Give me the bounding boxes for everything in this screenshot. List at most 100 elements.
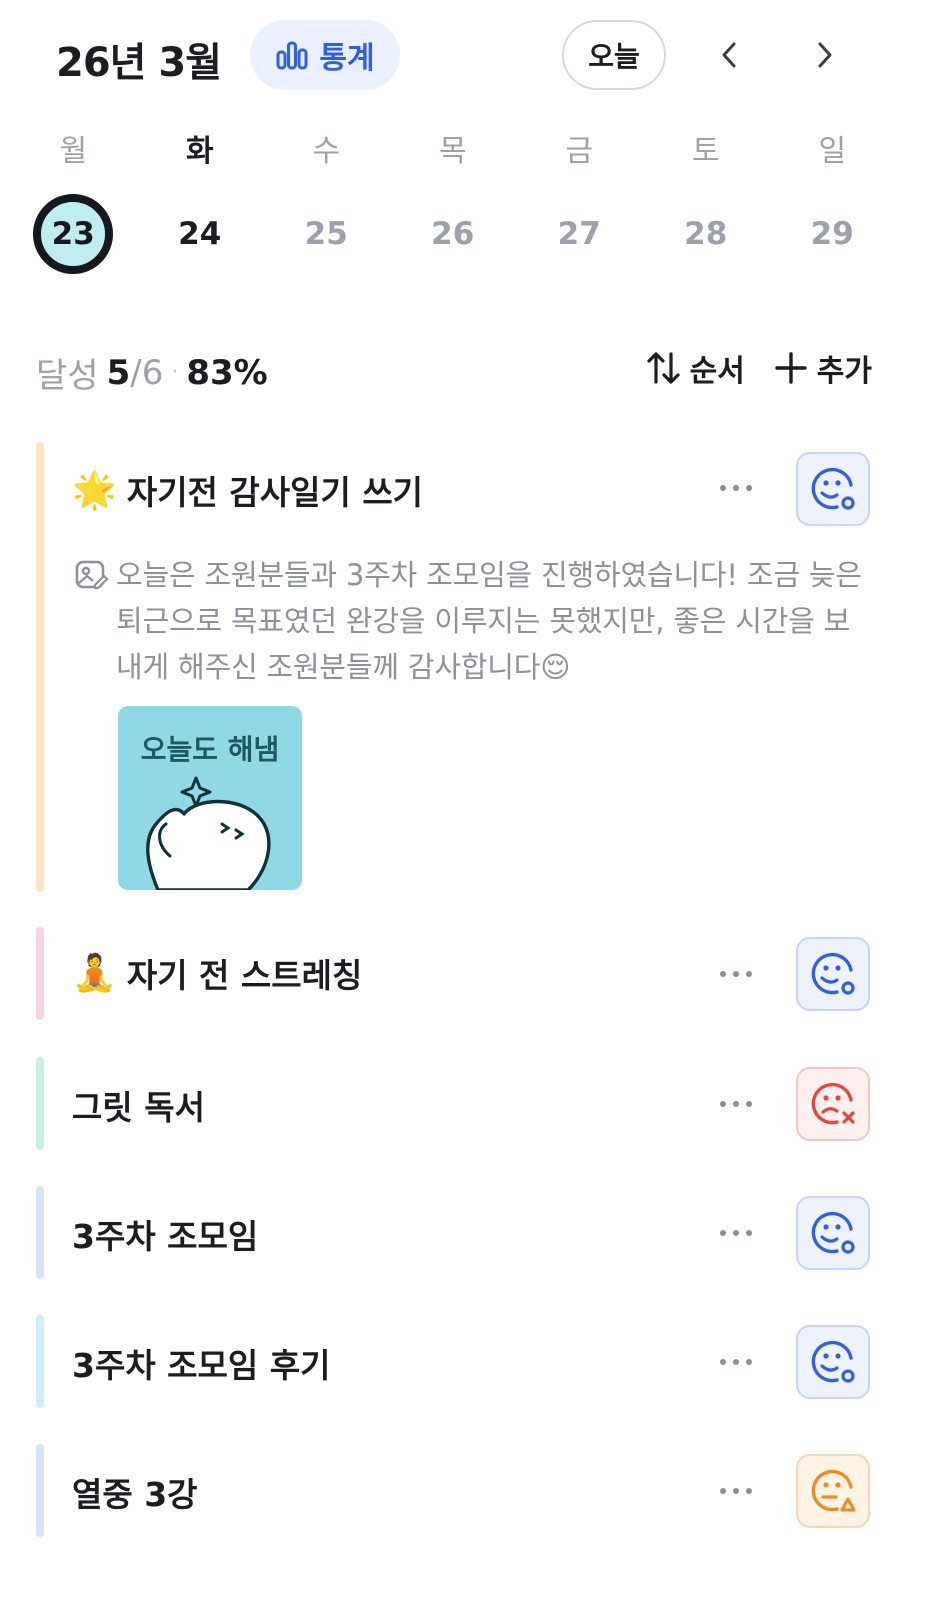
day-number[interactable]: 25 — [286, 194, 366, 274]
more-options-button[interactable] — [720, 1223, 760, 1243]
sticker-image[interactable]: 오늘도 해냄 — [118, 706, 302, 890]
more-dot — [746, 1101, 752, 1107]
sort-arrows-icon — [646, 352, 680, 384]
day-column[interactable]: 일 29 — [769, 120, 896, 274]
stats-button[interactable]: 통계 — [250, 20, 400, 90]
status-success-button[interactable] — [796, 937, 870, 1011]
task-item[interactable]: 3주차 조모임 후기 — [36, 1315, 876, 1408]
plus-icon — [775, 352, 807, 384]
note-text: 오늘은 조원분들과 3주차 조모임을 진행하였습니다! 조금 늦은 퇴근으로 목… — [116, 558, 862, 684]
more-options-button[interactable] — [720, 1352, 760, 1372]
achievement-total-count: /6 — [130, 352, 164, 393]
smile-check-icon — [811, 952, 855, 995]
task-item[interactable]: 그릿 독서 — [36, 1057, 876, 1150]
task-title-row: 3주차 조모임 후기 — [72, 1339, 330, 1387]
day-column[interactable]: 월 23 — [10, 120, 137, 274]
day-number-today[interactable]: 24 — [160, 194, 240, 274]
image-note-icon — [75, 560, 108, 590]
more-dot — [746, 971, 752, 977]
stats-label: 통계 — [319, 41, 375, 76]
more-dot — [720, 971, 726, 977]
neutral-triangle-icon — [811, 1469, 856, 1512]
more-dot — [733, 1230, 739, 1236]
task-item[interactable]: 🧘 자기 전 스트레칭 — [36, 927, 876, 1020]
day-number[interactable]: 29 — [792, 194, 872, 274]
next-week-button[interactable] — [801, 32, 847, 78]
weekday-label: 목 — [438, 134, 467, 169]
weekday-label: 금 — [565, 134, 594, 169]
smile-check-icon — [811, 1340, 855, 1383]
day-column[interactable]: 목 26 — [390, 120, 517, 274]
day-number[interactable]: 27 — [539, 194, 619, 274]
chevron-right-icon — [818, 42, 832, 68]
task-title: 3주차 조모임 후기 — [72, 1346, 331, 1385]
more-options-button[interactable] — [720, 1481, 760, 1501]
today-button[interactable]: 오늘 — [562, 20, 666, 90]
status-fail-button[interactable] — [796, 1067, 870, 1141]
more-dot — [733, 1488, 739, 1494]
list-actions: 순서 추가 — [644, 346, 872, 390]
task-color-bar — [36, 1444, 44, 1537]
status-success-button[interactable] — [796, 452, 870, 526]
day-number[interactable]: 26 — [413, 194, 493, 274]
task-item[interactable]: 3주차 조모임 — [36, 1186, 876, 1279]
more-options-button[interactable] — [720, 478, 760, 498]
week-strip: 월 23 화 24 수 25 목 26 금 27 토 28 일 29 — [10, 120, 910, 274]
day-column[interactable]: 금 27 — [516, 120, 643, 274]
more-dot — [720, 485, 726, 491]
weekday-label: 월 — [59, 134, 88, 169]
task-item[interactable]: 열중 3강 — [36, 1444, 876, 1537]
weekday-label: 수 — [312, 134, 341, 169]
status-success-button[interactable] — [796, 1196, 870, 1270]
task-title-row: 🧘 자기 전 스트레칭 — [72, 949, 362, 997]
weekday-label: 일 — [818, 134, 847, 169]
day-number[interactable]: 28 — [666, 194, 746, 274]
more-dot — [746, 1488, 752, 1494]
task-title: 자기전 감사일기 쓰기 — [126, 473, 424, 512]
achievement-label: 달성 — [36, 356, 99, 396]
day-column[interactable]: 토 28 — [643, 120, 770, 274]
sticker-character-icon — [146, 776, 271, 890]
more-dot — [746, 1359, 752, 1365]
more-dot — [733, 971, 739, 977]
more-dot — [733, 485, 739, 491]
day-number-selected[interactable]: 23 — [33, 194, 114, 274]
more-options-button[interactable] — [720, 1094, 760, 1114]
add-button[interactable]: 추가 — [771, 346, 872, 390]
status-success-button[interactable] — [796, 1325, 870, 1399]
more-dot — [746, 485, 752, 491]
task-title-row: 3주차 조모임 — [72, 1210, 258, 1258]
bar-chart-icon — [276, 41, 308, 70]
more-dot — [720, 1230, 726, 1236]
smile-check-icon — [811, 467, 855, 510]
sad-x-icon — [811, 1082, 855, 1125]
separator-dot: · — [171, 360, 179, 385]
achievement-done-count: 5 — [106, 352, 131, 393]
day-column[interactable]: 수 25 — [263, 120, 390, 274]
sort-label: 순서 — [689, 354, 745, 389]
more-dot — [746, 1230, 752, 1236]
star-emoji-icon: 🌟 — [72, 470, 117, 511]
achievement-summary: 달성 5 /6 · 83% — [36, 348, 268, 397]
task-title-row: 그릿 독서 — [72, 1081, 205, 1129]
task-title: 열중 3강 — [72, 1475, 198, 1514]
achievement-percent: 83% — [186, 352, 268, 393]
sort-button[interactable]: 순서 — [644, 346, 745, 390]
prev-week-button[interactable] — [707, 32, 753, 78]
more-dot — [720, 1488, 726, 1494]
task-color-bar — [36, 1315, 44, 1408]
more-options-button[interactable] — [720, 964, 760, 984]
task-title-row: 🌟 자기전 감사일기 쓰기 — [72, 466, 423, 514]
task-title: 그릿 독서 — [72, 1088, 205, 1127]
add-label: 추가 — [816, 354, 872, 389]
chevron-left-icon — [722, 42, 736, 68]
more-dot — [733, 1359, 739, 1365]
task-title: 자기 전 스트레칭 — [126, 956, 363, 995]
task-item[interactable]: 🌟 자기전 감사일기 쓰기 오늘은 조원분들과 3주차 조모임을 진행하였습니다… — [36, 442, 876, 892]
more-dot — [720, 1359, 726, 1365]
weekday-label: 화 — [185, 134, 214, 169]
meditation-emoji-icon: 🧘 — [72, 953, 117, 994]
task-title-row: 열중 3강 — [72, 1468, 198, 1516]
day-column[interactable]: 화 24 — [137, 120, 264, 274]
status-partial-button[interactable] — [796, 1454, 870, 1528]
